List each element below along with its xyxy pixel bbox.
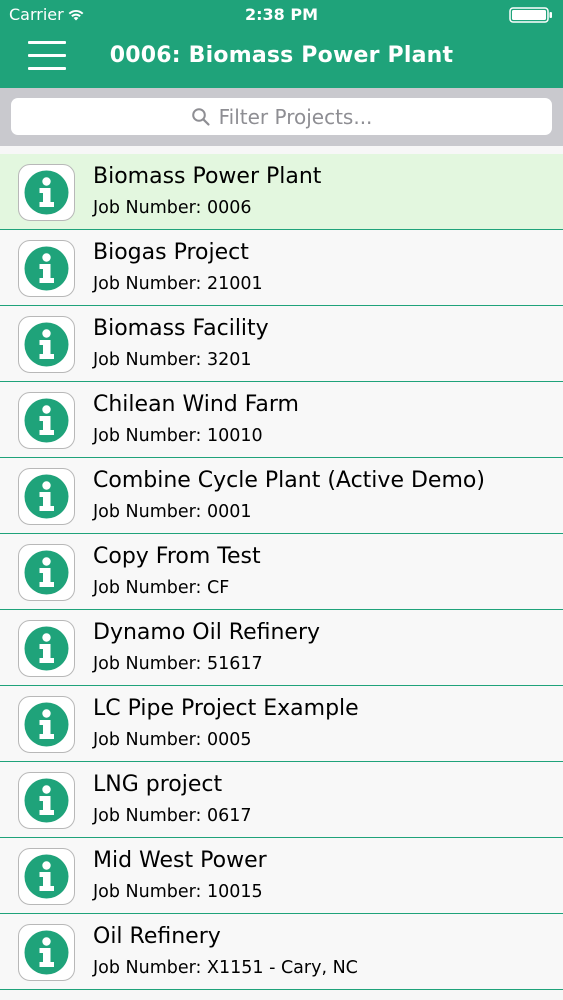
- project-list-item[interactable]: Biogas Project Job Number: 21001: [0, 230, 563, 306]
- project-list-item[interactable]: Combine Cycle Plant (Active Demo) Job Nu…: [0, 458, 563, 534]
- info-icon: [24, 246, 69, 291]
- project-list-item[interactable]: Copy From Test Job Number: CF: [0, 534, 563, 610]
- info-icon: [24, 322, 69, 367]
- info-icon: [24, 702, 69, 747]
- battery-icon: [509, 7, 552, 23]
- info-icon: [24, 474, 69, 519]
- info-button[interactable]: [18, 240, 75, 297]
- project-name: Biogas Project: [93, 240, 249, 265]
- project-name: Biomass Power Plant: [93, 164, 322, 189]
- project-list-item[interactable]: LNG project Job Number: 0617: [0, 762, 563, 838]
- info-icon: [24, 550, 69, 595]
- project-name: Biomass Facility: [93, 316, 269, 341]
- search-placeholder: Filter Projects...: [218, 104, 373, 129]
- project-job-number: Job Number: 51617: [93, 654, 263, 674]
- search-bar: Filter Projects...: [0, 88, 563, 146]
- info-button[interactable]: [18, 772, 75, 829]
- info-button[interactable]: [18, 468, 75, 525]
- search-icon: [191, 107, 210, 126]
- info-icon: [24, 778, 69, 823]
- info-button[interactable]: [18, 696, 75, 753]
- navigation-bar: 0006: Biomass Power Plant: [0, 30, 563, 88]
- project-job-number: Job Number: 10010: [93, 426, 263, 446]
- page-title: 0006: Biomass Power Plant: [109, 43, 454, 68]
- project-name: LNG project: [93, 772, 223, 797]
- project-name: Copy From Test: [93, 544, 261, 569]
- project-job-number: Job Number: 0617: [93, 806, 252, 826]
- info-button[interactable]: [18, 848, 75, 905]
- project-name: Mid West Power: [93, 848, 267, 873]
- project-job-number: Job Number: 3201: [93, 350, 252, 370]
- project-name: Dynamo Oil Refinery: [93, 620, 321, 645]
- project-name: Oil Refinery: [93, 924, 221, 949]
- project-job-number: Job Number: CF: [93, 578, 230, 598]
- info-icon: [24, 626, 69, 671]
- project-list-item[interactable]: Dynamo Oil Refinery Job Number: 51617: [0, 610, 563, 686]
- project-name: Combine Cycle Plant (Active Demo): [93, 468, 485, 493]
- search-input[interactable]: Filter Projects...: [11, 98, 552, 135]
- project-job-number: Job Number: 21001: [93, 274, 263, 294]
- project-list-item[interactable]: Oil Refinery Job Number: X1151 - Cary, N…: [0, 914, 563, 990]
- project-list-item[interactable]: LC Pipe Project Example Job Number: 0005: [0, 686, 563, 762]
- status-bar: Carrier 2:38 PM: [0, 0, 563, 30]
- project-job-number: Job Number: X1151 - Cary, NC: [93, 958, 358, 978]
- info-icon: [24, 930, 69, 975]
- project-list-item[interactable]: Biomass Facility Job Number: 3201: [0, 306, 563, 382]
- project-job-number: Job Number: 10015: [93, 882, 263, 902]
- project-job-number: Job Number: 0001: [93, 502, 252, 522]
- info-button[interactable]: [18, 316, 75, 373]
- project-name: LC Pipe Project Example: [93, 696, 359, 721]
- info-icon: [24, 170, 69, 215]
- info-button[interactable]: [18, 392, 75, 449]
- project-name: Chilean Wind Farm: [93, 392, 299, 417]
- info-button[interactable]: [18, 544, 75, 601]
- project-list-item[interactable]: Mid West Power Job Number: 10015: [0, 838, 563, 914]
- info-icon: [24, 398, 69, 443]
- info-button[interactable]: [18, 924, 75, 981]
- status-time: 2:38 PM: [244, 5, 318, 24]
- project-list-item[interactable]: Chilean Wind Farm Job Number: 10010: [0, 382, 563, 458]
- project-list-item[interactable]: Biomass Power Plant Job Number: 0006: [0, 154, 563, 230]
- project-job-number: Job Number: 0005: [93, 730, 252, 750]
- info-button[interactable]: [18, 620, 75, 677]
- project-job-number: Job Number: 0006: [93, 198, 252, 218]
- info-button[interactable]: [18, 164, 75, 221]
- info-icon: [24, 854, 69, 899]
- project-list: Biomass Power Plant Job Number: 0006 Bio…: [0, 154, 563, 990]
